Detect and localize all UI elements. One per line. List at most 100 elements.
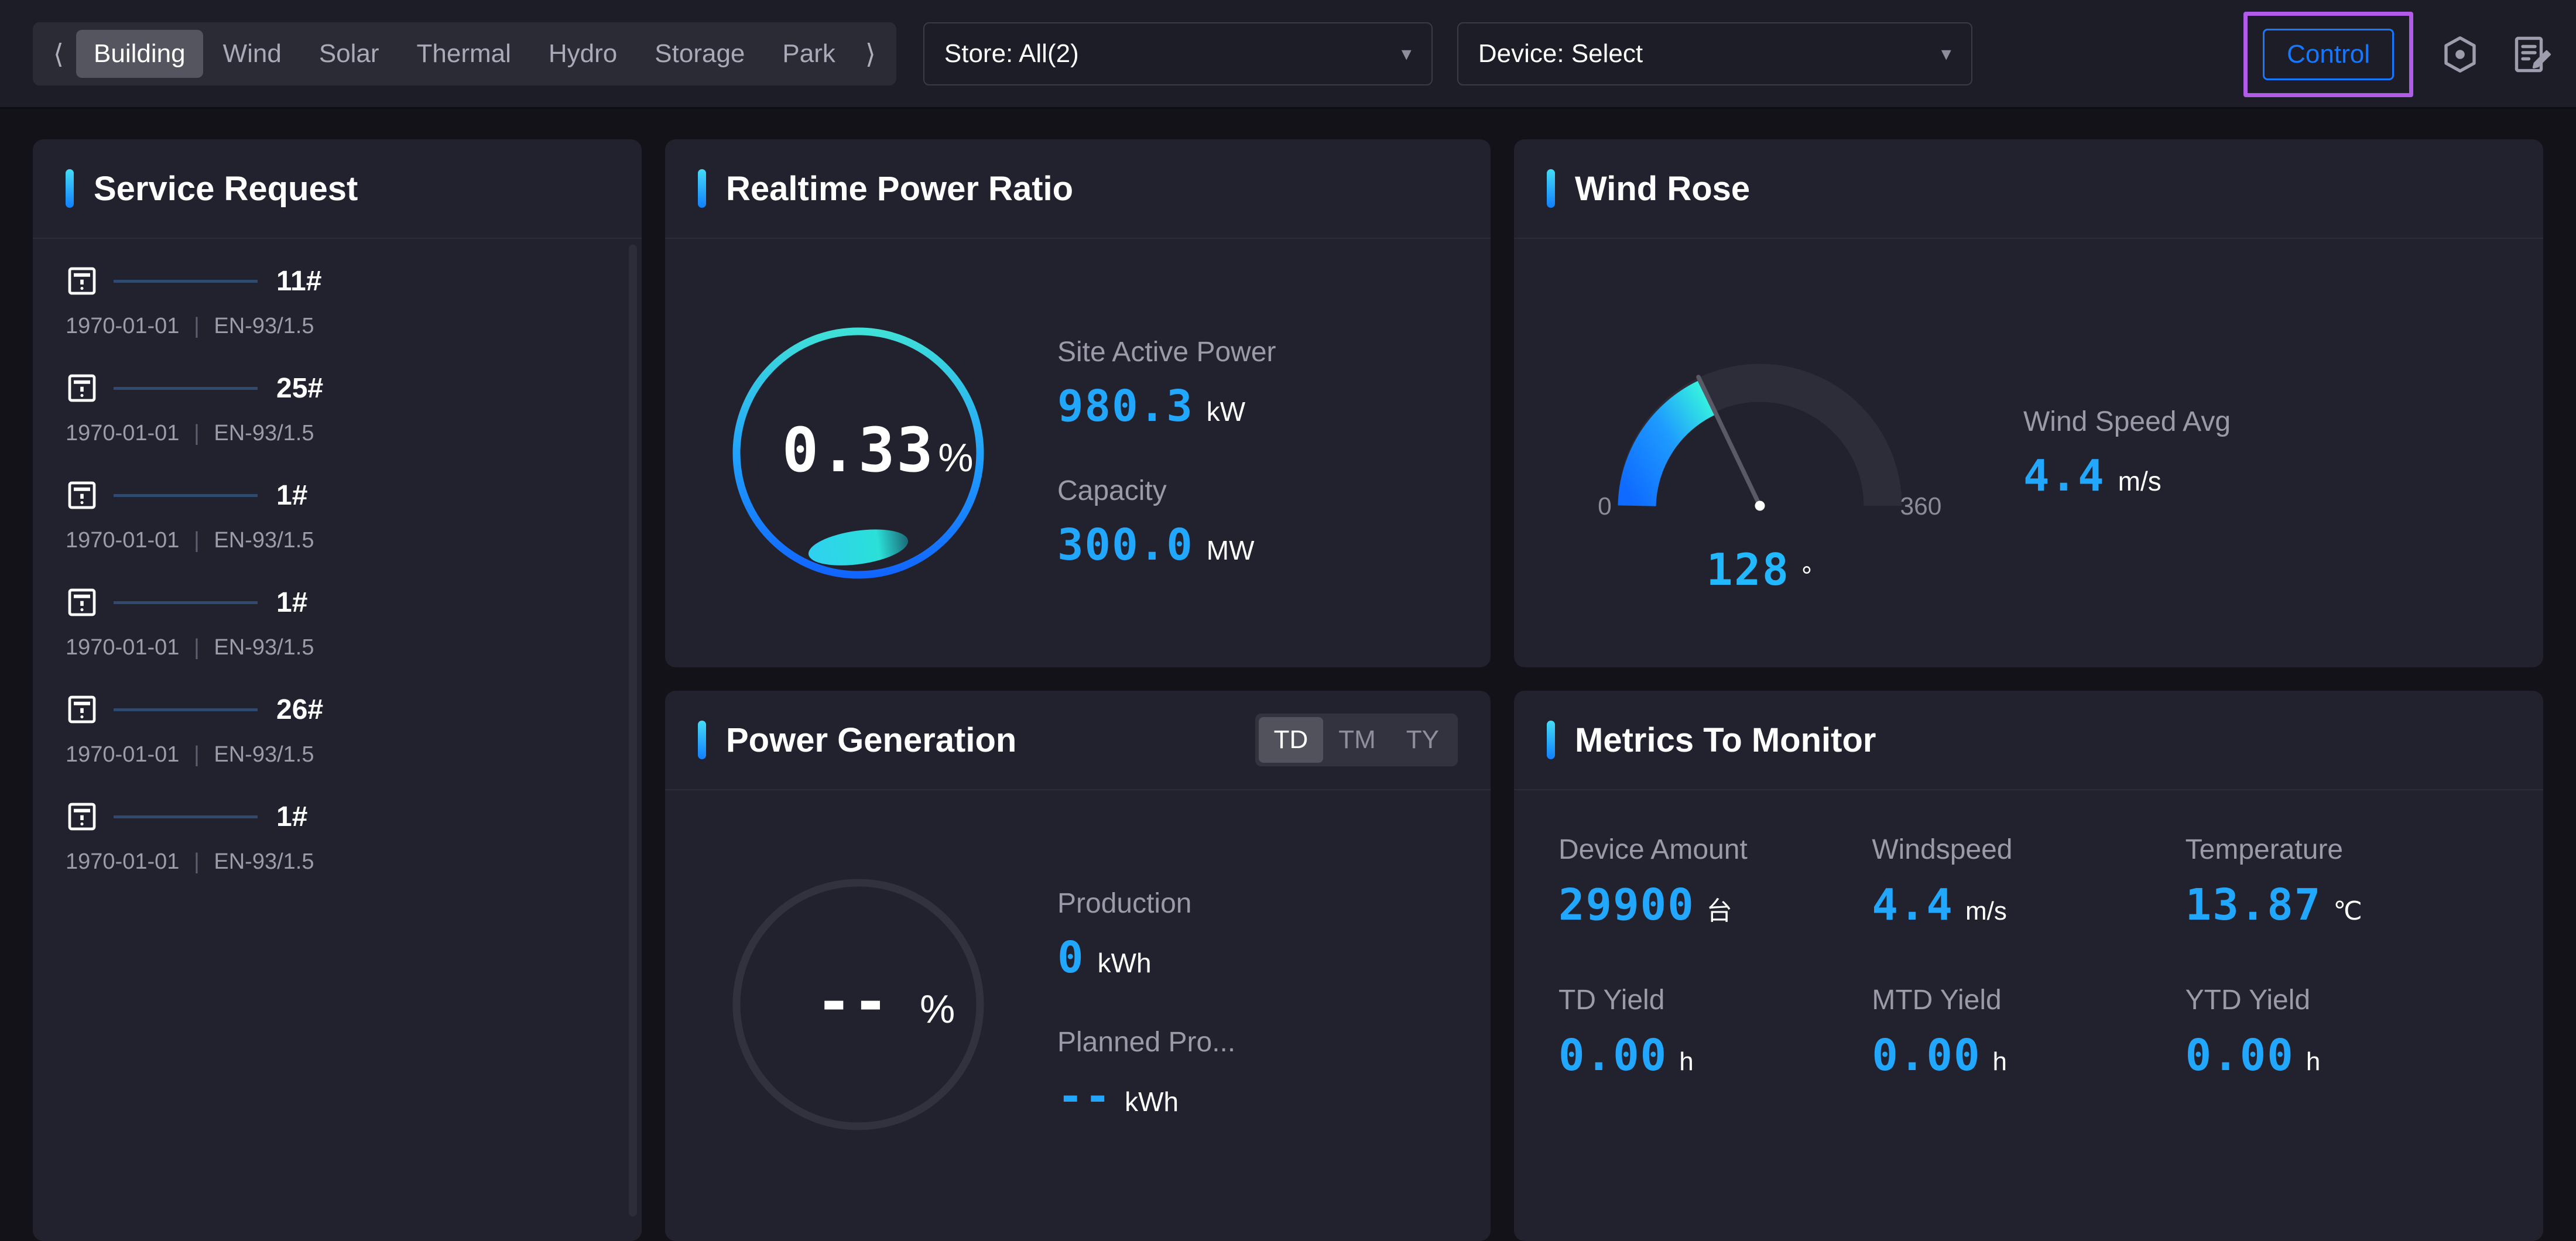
metric-unit: h — [1679, 1047, 1693, 1077]
tab-wind[interactable]: Wind — [205, 30, 299, 78]
realtime-power-ratio-header: Realtime Power Ratio — [665, 139, 1491, 239]
alert-box-icon — [66, 479, 98, 512]
title-accent-bar — [698, 721, 706, 759]
list-item[interactable]: 26# 1970-01-01 | EN-93/1.5 — [33, 693, 642, 767]
list-item[interactable]: 25# 1970-01-01 | EN-93/1.5 — [33, 372, 642, 446]
metric-value-row: 300.0 MW — [1057, 520, 1491, 570]
metric-value-row: 980.3 kW — [1057, 381, 1491, 431]
metric-unit: kWh — [1098, 947, 1152, 979]
metric-unit: h — [2306, 1047, 2320, 1077]
service-request-list: 11# 1970-01-01 | EN-93/1.5 — [33, 239, 642, 1241]
metric-temperature: Temperature 13.87 ℃ — [2186, 834, 2499, 930]
list-item-date: 1970-01-01 — [66, 528, 179, 553]
title-accent-bar — [1547, 169, 1555, 208]
list-item-date: 1970-01-01 — [66, 421, 179, 445]
list-item[interactable]: 1# 1970-01-01 | EN-93/1.5 — [33, 800, 642, 875]
list-item-date: 1970-01-01 — [66, 742, 179, 767]
alert-box-icon — [66, 693, 98, 726]
metric-ytd-yield: YTD Yield 0.00 h — [2186, 984, 2499, 1081]
metric-value-row: 4.4 m/s — [2023, 451, 2543, 501]
list-item-connector — [114, 494, 258, 497]
list-item-meta: 1970-01-01 | EN-93/1.5 — [66, 742, 609, 767]
list-item-meta: 1970-01-01 | EN-93/1.5 — [66, 635, 609, 660]
metric-value-row: 0.00 h — [2186, 1030, 2499, 1081]
service-request-title: Service Request — [94, 169, 358, 208]
meta-separator: | — [194, 314, 200, 338]
control-button[interactable]: Control — [2263, 29, 2394, 80]
list-item-meta: 1970-01-01 | EN-93/1.5 — [66, 849, 609, 875]
tab-park[interactable]: Park — [765, 30, 852, 78]
list-item[interactable]: 1# 1970-01-01 | EN-93/1.5 — [33, 586, 642, 660]
metric-label: Temperature — [2186, 834, 2499, 866]
wind-axis-max: 360 — [1900, 493, 1942, 520]
tab-building[interactable]: Building — [76, 30, 203, 78]
power-generation-metrics: Production 0 kWh Planned Pro... -- kWh — [1051, 887, 1491, 1122]
metric-value-row: 13.87 ℃ — [2186, 880, 2499, 930]
metric-production: Production 0 kWh — [1057, 887, 1491, 983]
wind-direction-unit: ° — [1801, 561, 1812, 591]
metric-value-row: -- kWh — [1057, 1071, 1491, 1122]
wind-direction-gauge: 0 360 128 ° — [1514, 313, 2006, 594]
metric-unit: ℃ — [2333, 896, 2362, 926]
list-item-connector — [114, 280, 258, 283]
alert-box-icon — [66, 586, 98, 619]
metric-label: YTD Yield — [2186, 984, 2499, 1016]
metric-value: 4.4 — [2023, 451, 2105, 501]
service-request-scrollbar[interactable] — [629, 245, 637, 1216]
metrics-grid: Device Amount 29900 台 Windspeed 4.4 m/s … — [1514, 790, 2543, 1081]
metric-label: Planned Pro... — [1057, 1026, 1491, 1058]
dashboard-grid: Service Request 11# — [0, 109, 2576, 1241]
chevron-left-icon[interactable]: ⟨ — [43, 30, 74, 77]
list-item-date: 1970-01-01 — [66, 314, 179, 338]
list-item-connector — [114, 708, 258, 711]
range-tab-tm[interactable]: TM — [1323, 717, 1391, 763]
power-ratio-gauge-unit: % — [938, 436, 973, 480]
metric-unit: kWh — [1125, 1086, 1179, 1117]
list-item-row: 1# — [66, 800, 609, 833]
metric-device-amount: Device Amount 29900 台 — [1558, 834, 1872, 930]
wind-rose-header: Wind Rose — [1514, 139, 2543, 239]
title-accent-bar — [66, 169, 74, 208]
power-generation-gauge: -- % — [665, 852, 1051, 1157]
list-item-id: 26# — [276, 694, 323, 726]
store-select-value: Store: All(2) — [944, 39, 1079, 68]
list-item-code: EN-93/1.5 — [214, 421, 314, 445]
wind-rose-title: Wind Rose — [1575, 169, 1750, 208]
tab-thermal[interactable]: Thermal — [399, 30, 529, 78]
alert-box-icon — [66, 372, 98, 404]
list-item-connector — [114, 601, 258, 604]
metric-unit: h — [1993, 1047, 2007, 1077]
metric-value: 300.0 — [1057, 520, 1194, 570]
metric-value: -- — [1057, 1071, 1112, 1122]
metric-value: 0.00 — [1872, 1030, 1981, 1081]
document-edit-icon[interactable] — [2505, 28, 2558, 81]
meta-separator: | — [194, 742, 200, 767]
list-item-row: 25# — [66, 372, 609, 404]
metric-label: Device Amount — [1558, 834, 1872, 866]
list-item[interactable]: 11# 1970-01-01 | EN-93/1.5 — [33, 265, 642, 339]
service-request-header: Service Request — [33, 139, 642, 239]
metric-value-row: 0 kWh — [1057, 933, 1491, 983]
range-tab-td[interactable]: TD — [1259, 717, 1324, 763]
list-item-connector — [114, 815, 258, 818]
store-select[interactable]: Store: All(2) ▾ — [923, 22, 1433, 85]
list-item-id: 1# — [276, 801, 307, 833]
device-select[interactable]: Device: Select ▾ — [1457, 22, 1972, 85]
list-item-meta: 1970-01-01 | EN-93/1.5 — [66, 528, 609, 553]
chevron-right-icon[interactable]: ⟩ — [855, 30, 886, 77]
list-item-row: 11# — [66, 265, 609, 297]
list-item-code: EN-93/1.5 — [214, 314, 314, 338]
hex-nut-settings-icon[interactable] — [2433, 28, 2487, 81]
tab-solar[interactable]: Solar — [302, 30, 397, 78]
list-item-id: 25# — [276, 372, 323, 404]
tab-storage[interactable]: Storage — [637, 30, 762, 78]
tab-hydro[interactable]: Hydro — [531, 30, 635, 78]
metric-capacity: Capacity 300.0 MW — [1057, 475, 1491, 570]
list-item-code: EN-93/1.5 — [214, 528, 314, 553]
range-tab-ty[interactable]: TY — [1391, 717, 1454, 763]
list-item-id: 11# — [276, 265, 321, 297]
list-item[interactable]: 1# 1970-01-01 | EN-93/1.5 — [33, 479, 642, 553]
chevron-down-icon: ▾ — [1941, 42, 1951, 66]
power-generation-title: Power Generation — [726, 721, 1016, 760]
list-item-code: EN-93/1.5 — [214, 849, 314, 874]
